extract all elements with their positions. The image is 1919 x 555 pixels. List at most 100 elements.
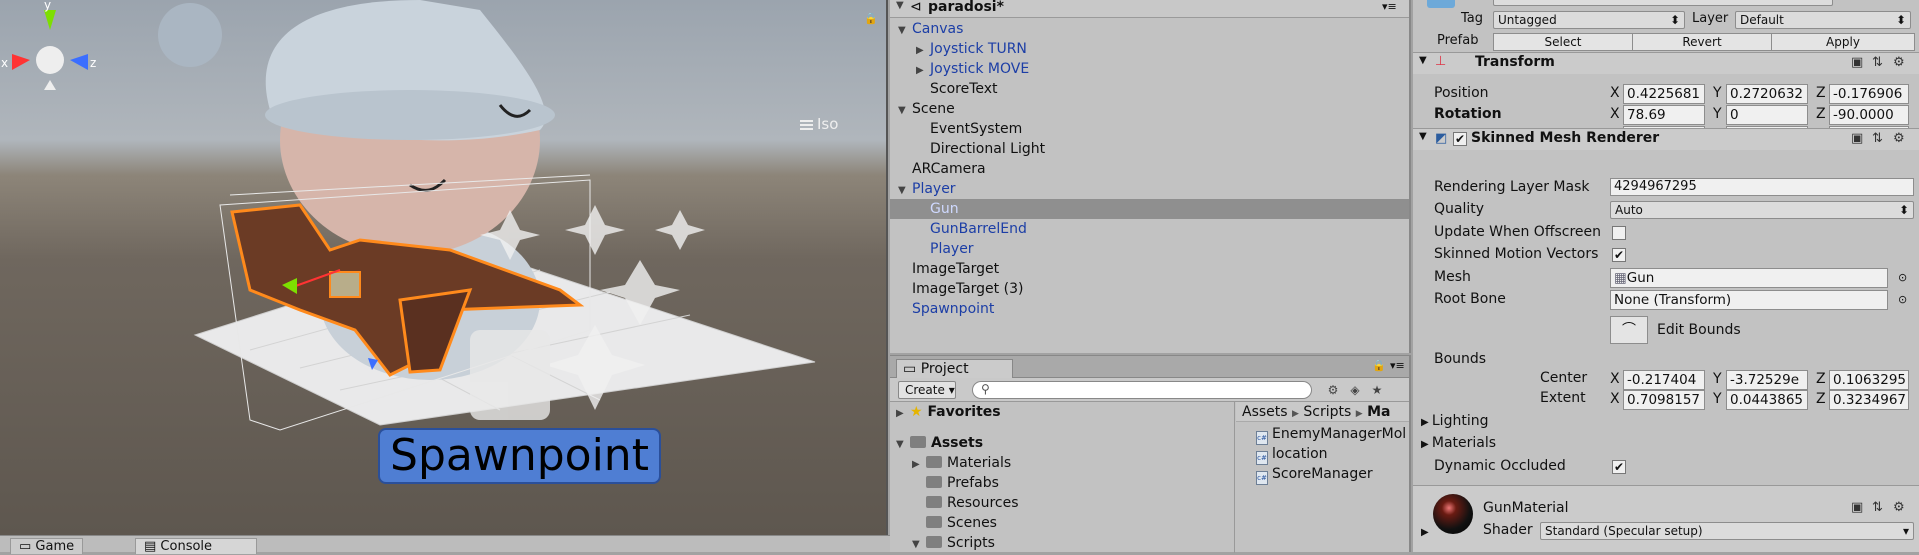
gear-icon[interactable]: ⚙ — [1893, 500, 1905, 515]
favorites-row[interactable]: ▶ ★ Favorites — [896, 402, 1001, 422]
axis-gizmo[interactable]: y x z — [0, 0, 100, 90]
file-row[interactable]: c# location — [1256, 444, 1328, 465]
hierarchy-item[interactable]: EventSystem — [890, 119, 1409, 139]
transform-axes-icon: ⊥ — [1435, 54, 1447, 69]
hierarchy-item[interactable]: ImageTarget (3) — [890, 279, 1409, 299]
hierarchy-item[interactable]: Gun — [890, 199, 1409, 219]
foldout-closed-icon[interactable]: ▶ — [916, 61, 930, 81]
name-field[interactable] — [1493, 0, 1833, 6]
projection-toggle[interactable]: Iso — [800, 115, 838, 133]
smr-enabled-checkbox[interactable]: ✔ — [1453, 132, 1467, 146]
shader-label: Shader — [1483, 522, 1533, 538]
hierarchy-item-label: ScoreText — [930, 81, 998, 97]
hierarchy-item[interactable]: GunBarrelEnd — [890, 219, 1409, 239]
hierarchy-item[interactable]: ScoreText — [890, 79, 1409, 99]
create-button[interactable]: Create ▾ — [898, 381, 956, 399]
foldout-open-icon[interactable]: ▼ — [898, 21, 912, 41]
axis-label-z: Z — [1816, 85, 1826, 101]
help-book-icon[interactable]: ▣ — [1851, 55, 1863, 70]
gear-icon[interactable]: ⚙ — [1893, 131, 1905, 146]
vector-field-y[interactable]: -3.72529e — [1726, 370, 1808, 390]
vector-field-y[interactable]: 0.2720632 — [1726, 84, 1808, 104]
assets-row[interactable]: ▼ Assets — [896, 433, 983, 453]
hierarchy-item[interactable]: ▼ Canvas — [890, 19, 1409, 39]
folder-row[interactable]: Resources — [912, 493, 1019, 513]
foldout-open-icon[interactable]: ▼ — [898, 181, 912, 201]
edit-bounds-button[interactable]: ⌒ — [1610, 316, 1648, 344]
root-bone-field[interactable]: None (Transform) — [1610, 290, 1888, 310]
folder-row[interactable]: Scenes — [912, 513, 997, 533]
vector-field-z[interactable]: 0.1063295 — [1829, 370, 1909, 390]
menu-icon[interactable]: ▾≡ — [1382, 0, 1397, 13]
vector-field-x[interactable]: 0.4225681 — [1623, 84, 1705, 104]
materials-foldout[interactable]: ▶ Materials — [1421, 435, 1496, 451]
vector-field-y[interactable]: 0 — [1726, 105, 1808, 125]
vector-field-x[interactable]: 78.69 — [1623, 105, 1705, 125]
object-picker-icon[interactable]: ⊙ — [1898, 293, 1907, 306]
hierarchy-item[interactable]: ▶ Joystick MOVE — [890, 59, 1409, 79]
foldout-closed-icon[interactable]: ▶ — [916, 41, 930, 61]
vector-field-y[interactable]: 0.0443865 — [1726, 390, 1808, 410]
lock-icon[interactable]: 🔒 — [864, 12, 878, 25]
material-header — [1413, 486, 1919, 552]
help-book-icon[interactable]: ▣ — [1851, 500, 1863, 515]
breadcrumb-scripts[interactable]: Scripts — [1303, 404, 1351, 420]
gear-icon[interactable]: ⚙ — [1893, 55, 1905, 70]
layer-dropdown[interactable]: Default ⬍ — [1735, 11, 1911, 29]
prefab-select-button[interactable]: Select — [1493, 33, 1633, 51]
filter-label-icon[interactable]: ◈ — [1346, 381, 1364, 399]
file-row[interactable]: c# ScoreManager — [1256, 464, 1373, 485]
folder-row[interactable]: Prefabs — [912, 473, 999, 493]
lock-icon[interactable]: 🔒 — [1372, 359, 1386, 372]
transform-header[interactable]: ▼ ⊥ Transform ▣ ⇅ ⚙ — [1413, 52, 1919, 74]
search-input[interactable]: ⚲ — [972, 381, 1312, 399]
dynamic-occluded-checkbox[interactable]: ✔ — [1612, 460, 1626, 474]
skinned-motion-checkbox[interactable]: ✔ — [1612, 248, 1626, 262]
folder-row[interactable]: ▶ Materials — [912, 453, 1011, 473]
shader-dropdown[interactable]: Standard (Specular setup) ▾ — [1540, 522, 1914, 540]
hierarchy-item[interactable]: ImageTarget — [890, 259, 1409, 279]
quality-dropdown[interactable]: Auto ⬍ — [1610, 201, 1914, 219]
tab-project[interactable]: ▭ Project — [896, 359, 1013, 378]
vector-field-x[interactable]: -0.217404 — [1623, 370, 1705, 390]
breadcrumb-current[interactable]: Ma — [1367, 404, 1390, 420]
folder-row[interactable]: ▼ Scripts — [912, 533, 995, 553]
rendering-layer-mask-field[interactable]: 4294967295 — [1610, 178, 1914, 196]
lighting-foldout[interactable]: ▶ Lighting — [1421, 413, 1488, 429]
foldout-open-icon[interactable]: ▼ — [896, 0, 904, 11]
scene-view[interactable]: y x z 🔒 Iso Spawnpoint — [0, 0, 888, 535]
mesh-field[interactable]: ▦Gun — [1610, 268, 1888, 288]
update-offscreen-checkbox[interactable] — [1612, 226, 1626, 240]
vector-field-z[interactable]: 0.3234967 — [1829, 390, 1909, 410]
vector-field-x[interactable]: 0.7098157 — [1623, 390, 1705, 410]
file-row[interactable]: c# EnemyManagerMol — [1256, 424, 1406, 445]
hierarchy-item[interactable]: ▼ Scene — [890, 99, 1409, 119]
menu-icon[interactable]: ▾≡ — [1390, 359, 1405, 372]
axis-label-y: Y — [1713, 106, 1722, 122]
star-icon: ★ — [910, 404, 923, 420]
hierarchy-item[interactable]: Directional Light — [890, 139, 1409, 159]
object-picker-icon[interactable]: ⊙ — [1898, 271, 1907, 284]
transform-row-label: Position — [1434, 85, 1489, 101]
preset-icon[interactable]: ⇅ — [1872, 500, 1883, 515]
favorite-star-icon[interactable]: ★ — [1368, 381, 1386, 399]
preset-icon[interactable]: ⇅ — [1872, 131, 1883, 146]
vector-field-z[interactable]: -90.0000 — [1829, 105, 1909, 125]
hierarchy-item[interactable]: Spawnpoint — [890, 299, 1409, 319]
foldout-closed-icon[interactable]: ▶ — [1421, 527, 1429, 538]
help-book-icon[interactable]: ▣ — [1851, 131, 1863, 146]
prefab-revert-button[interactable]: Revert — [1632, 33, 1772, 51]
hierarchy-item[interactable]: ▼ Player — [890, 179, 1409, 199]
filter-type-icon[interactable]: ⚙ — [1324, 381, 1342, 399]
preset-icon[interactable]: ⇅ — [1872, 55, 1883, 70]
breadcrumb-assets[interactable]: Assets — [1242, 404, 1288, 420]
hierarchy-item[interactable]: ▶ Joystick TURN — [890, 39, 1409, 59]
hierarchy-item[interactable]: Player — [890, 239, 1409, 259]
hierarchy-item[interactable]: ARCamera — [890, 159, 1409, 179]
foldout-open-icon[interactable]: ▼ — [898, 101, 912, 121]
vector-field-z[interactable]: -0.176906 — [1829, 84, 1909, 104]
tag-dropdown[interactable]: Untagged ⬍ — [1493, 11, 1685, 29]
smr-header[interactable]: ▼ ◩ ✔ Skinned Mesh Renderer ▣ ⇅ ⚙ — [1413, 128, 1919, 150]
prefab-apply-button[interactable]: Apply — [1771, 33, 1915, 51]
quality-label: Quality — [1434, 201, 1485, 217]
